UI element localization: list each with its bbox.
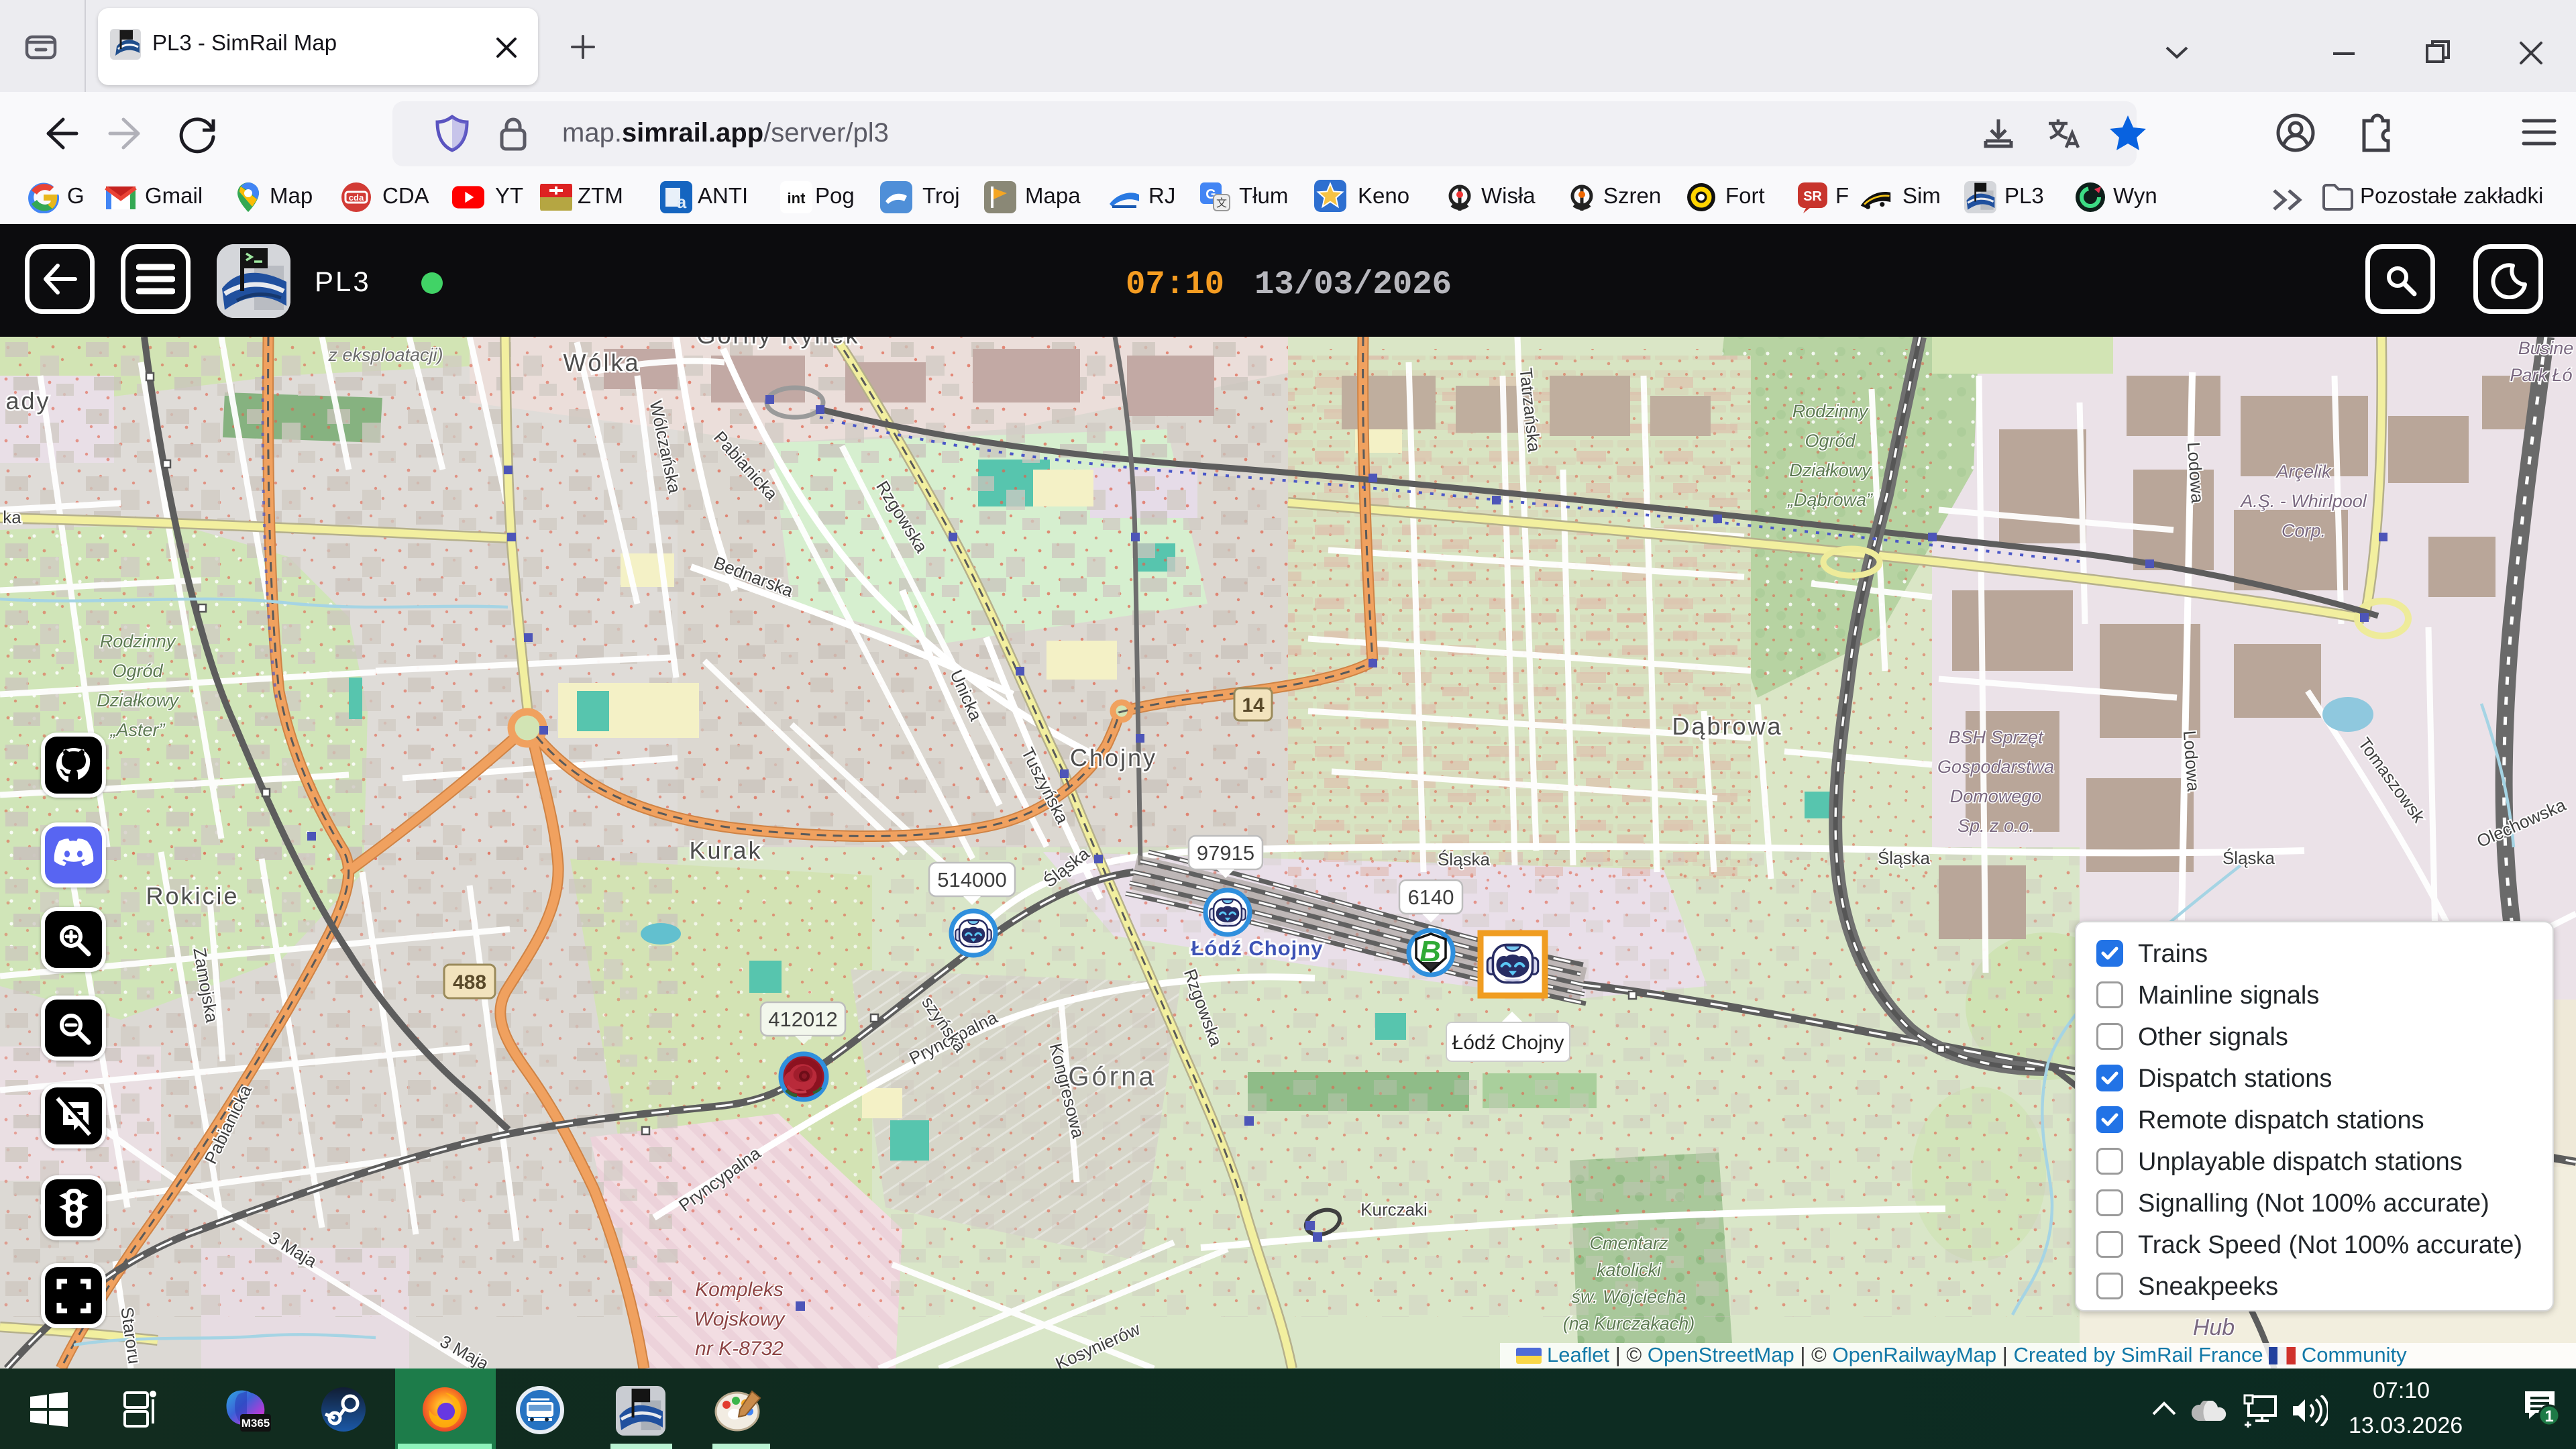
svg-text:Rokicie: Rokicie [146, 882, 239, 910]
svg-text:Lodowa: Lodowa [2184, 441, 2208, 504]
svg-text:Chojny: Chojny [1070, 744, 1157, 771]
svg-text:Wojskowy: Wojskowy [694, 1308, 786, 1330]
svg-text:Kompleks: Kompleks [695, 1279, 784, 1301]
svg-text:Corp.: Corp. [2282, 521, 2326, 541]
svg-text:A.Ş. - Whirlpool: A.Ş. - Whirlpool [2239, 491, 2367, 511]
svg-text:Śląska: Śląska [1878, 848, 1931, 868]
svg-text:int: int [788, 190, 806, 207]
svg-text:ady: ady [5, 387, 50, 415]
svg-text:(na Kurczakach): (na Kurczakach) [1563, 1313, 1695, 1334]
svg-text:katolicki: katolicki [1597, 1260, 1662, 1280]
svg-text:Hub: Hub [2193, 1315, 2235, 1340]
svg-text:Ogród: Ogród [112, 661, 163, 681]
svg-text:97915: 97915 [1197, 841, 1254, 865]
svg-text:M365: M365 [241, 1417, 270, 1430]
svg-text:Kurak: Kurak [689, 837, 762, 864]
svg-text:„Aster”: „Aster” [110, 720, 166, 740]
svg-text:Domowego: Domowego [1950, 786, 2042, 806]
svg-text:Śląska: Śląska [1438, 849, 1491, 869]
svg-text:文: 文 [1216, 197, 1227, 209]
svg-text:św. Wojciecha: św. Wojciecha [1571, 1287, 1686, 1307]
svg-text:514000: 514000 [937, 868, 1006, 892]
svg-text:412012: 412012 [768, 1008, 837, 1031]
svg-text:Lodowa: Lodowa [2180, 730, 2204, 792]
svg-text:Gospodarstwa: Gospodarstwa [1937, 757, 2054, 777]
svg-text:Działkowy: Działkowy [97, 690, 179, 710]
svg-text:nr K-8732: nr K-8732 [695, 1338, 784, 1360]
svg-text:z eksploatacji): z eksploatacji) [327, 345, 443, 365]
svg-text:Łódź Chojny: Łódź Chojny [1191, 936, 1324, 960]
svg-text:Busine: Busine [2518, 338, 2574, 358]
svg-text:a: a [677, 192, 687, 212]
svg-text:Górna: Górna [1068, 1062, 1156, 1091]
svg-text:Rodzinny: Rodzinny [1792, 401, 1869, 421]
svg-text:Rodzinny: Rodzinny [100, 631, 176, 651]
svg-text:Park Łó: Park Łó [2510, 365, 2572, 385]
svg-text:Kurczaki: Kurczaki [1360, 1199, 1428, 1220]
svg-text:6140: 6140 [1408, 885, 1454, 909]
svg-text:cda: cda [349, 193, 364, 203]
svg-text:ka: ka [3, 507, 21, 527]
svg-text:Górny Rynek: Górny Rynek [696, 337, 859, 349]
svg-text:Dąbrowa: Dąbrowa [1672, 712, 1782, 740]
svg-text:BSH Sprzęt: BSH Sprzęt [1948, 727, 2044, 747]
svg-text:Wólka: Wólka [563, 349, 640, 376]
svg-text:„Dąbrowa”: „Dąbrowa” [1787, 490, 1873, 510]
svg-text:14: 14 [1242, 694, 1265, 716]
svg-text:Śląska: Śląska [2222, 848, 2275, 868]
svg-text:SR: SR [1803, 189, 1822, 204]
svg-text:Działkowy: Działkowy [1789, 460, 1872, 480]
svg-text:Ogród: Ogród [1805, 431, 1856, 451]
svg-text:1: 1 [2544, 1407, 2553, 1426]
svg-text:Sp. z o.o.: Sp. z o.o. [1957, 816, 2034, 836]
svg-text:Arçelik: Arçelik [2275, 462, 2332, 482]
svg-text:Łódź Chojny: Łódź Chojny [1452, 1032, 1564, 1054]
svg-text:488: 488 [453, 971, 486, 994]
svg-text:Cmentarz: Cmentarz [1589, 1233, 1668, 1253]
